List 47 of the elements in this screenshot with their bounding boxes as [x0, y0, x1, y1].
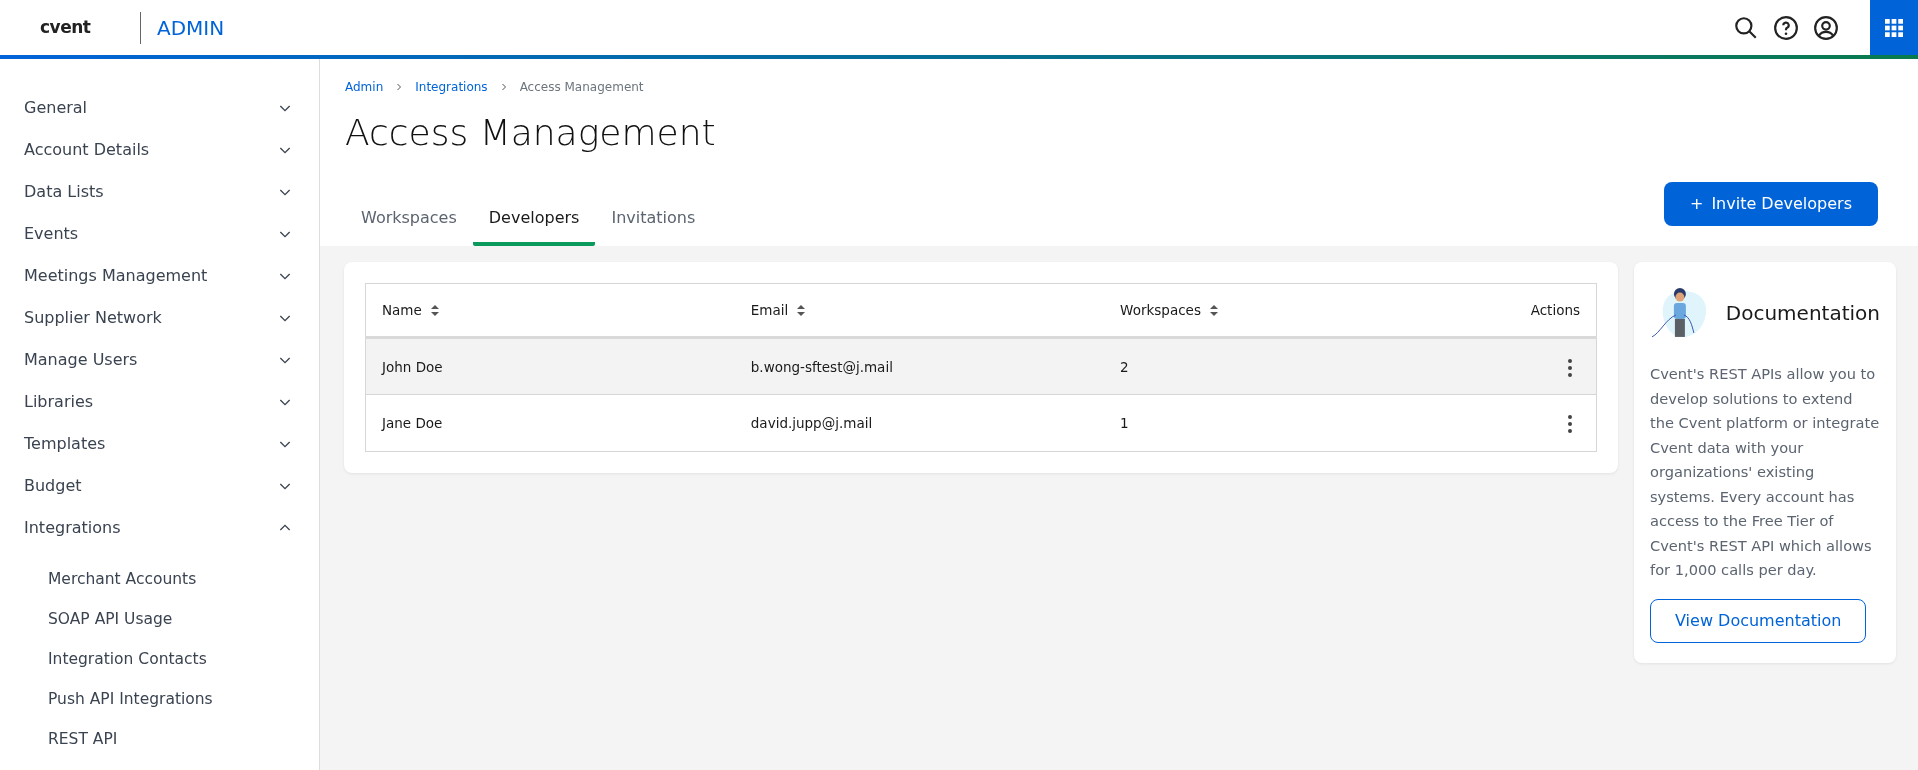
search-icon[interactable] [1733, 14, 1759, 41]
app-title: ADMIN [157, 14, 225, 42]
logo: cvent [40, 15, 92, 39]
sidebar-item[interactable]: Supplier Network [0, 297, 319, 339]
table-cell: 1 [1104, 394, 1474, 452]
table-cell: Jane Doe [365, 394, 735, 452]
sidebar-item[interactable]: Meetings Management [0, 255, 319, 297]
breadcrumb-current: Access Management [519, 79, 644, 96]
sidebar-item[interactable]: Budget [0, 465, 319, 507]
table-cell: John Doe [365, 337, 735, 395]
table-cell: david.jupp@j.mail [734, 394, 1105, 452]
table-row[interactable]: John Doe b.wong-sftest@j.mail 2 [365, 337, 1597, 395]
sidebar-item[interactable]: Manage Users [0, 339, 319, 381]
sidebar-item[interactable]: Libraries [0, 381, 319, 423]
app-grid-button[interactable] [1870, 0, 1918, 55]
table-row[interactable]: Jane Doe david.jupp@j.mail 1 [365, 394, 1597, 452]
sort-icon[interactable] [1208, 303, 1219, 317]
table-cell: b.wong-sftest@j.mail [734, 337, 1105, 395]
help-icon[interactable] [1773, 14, 1799, 41]
sidebar-subitem[interactable]: Push API Integrations [0, 679, 319, 719]
tab[interactable]: Invitations [595, 196, 712, 247]
page-title: Access Management [345, 111, 717, 155]
sidebar-item[interactable]: Events [0, 213, 319, 255]
sidebar-item[interactable]: Integrations [0, 507, 319, 549]
grid-icon [1885, 18, 1903, 37]
invite-developers-button[interactable]: + Invite Developers [1664, 182, 1878, 227]
breadcrumb-link[interactable]: Admin [345, 78, 384, 96]
sidebar-item[interactable]: Data Lists [0, 171, 319, 213]
description-text: Cvent's REST APIs allow you to develop solutions to extend the Cvent platform or integrate Cvent data with your organizations' existing systems. Every account has access to the Free Tier of Cvent's REST API which allows for 1,000 calls per day. [1650, 364, 1880, 581]
sidebar-item[interactable]: Account Details [0, 129, 319, 171]
more-icon [1568, 358, 1572, 377]
sidebar-subitem[interactable]: SOAP API Usage [0, 599, 319, 639]
sidebar-subitem[interactable]: Merchant Accounts [0, 559, 319, 599]
sidebar-item[interactable]: General [0, 87, 319, 129]
more-icon [1568, 415, 1572, 434]
table-cell: 2 [1104, 337, 1474, 395]
tab[interactable]: Developers [472, 196, 596, 247]
sidebar-item[interactable]: Templates [0, 423, 319, 465]
breadcrumb-link[interactable]: Integrations [415, 78, 488, 96]
account-icon[interactable] [1813, 14, 1839, 41]
tab[interactable]: Workspaces [345, 196, 473, 247]
sort-icon[interactable] [796, 303, 807, 317]
view-documentation-button[interactable]: View Documentation [1650, 598, 1867, 643]
sidebar-subitem[interactable]: Integration Contacts [0, 639, 319, 679]
sort-icon[interactable] [429, 303, 440, 317]
card-title: Documentation [1725, 301, 1880, 326]
sidebar-subitem[interactable]: REST API [0, 719, 319, 759]
